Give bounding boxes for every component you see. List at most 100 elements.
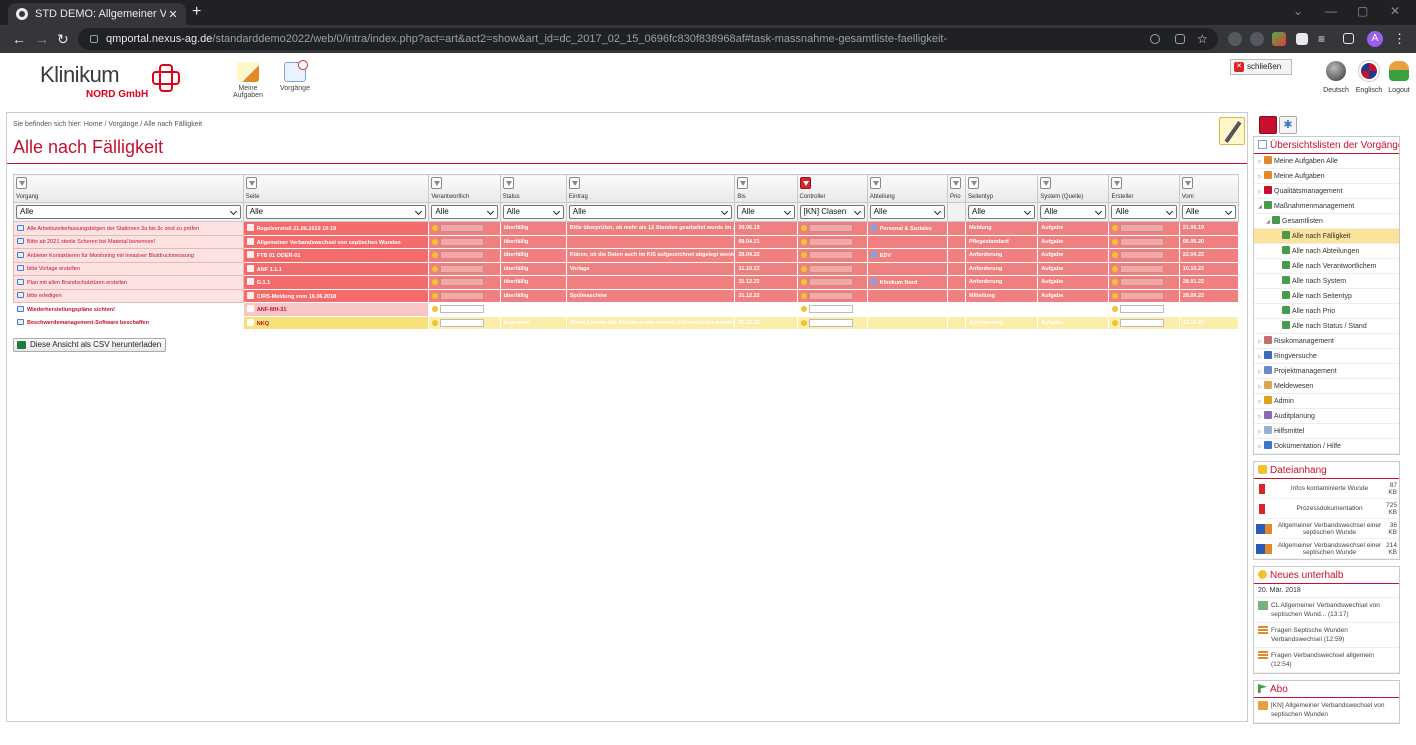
filter-select[interactable]: Alle <box>245 205 427 219</box>
filter-select[interactable]: Alle <box>16 205 241 219</box>
lang-englisch[interactable]: Englisch <box>1355 60 1383 94</box>
abo-item[interactable]: [KN] Allgemeiner Verbandswechsel von sep… <box>1254 698 1399 723</box>
nav-vorgaenge[interactable]: Vorgänge <box>278 60 312 92</box>
sidebar-tree-item[interactable]: ▷ Projektmanagement <box>1254 364 1399 379</box>
cell-vorgang[interactable]: bitte erledigen <box>13 288 244 303</box>
filter-select[interactable]: Alle <box>431 205 498 219</box>
filter-select[interactable]: Alle <box>1111 205 1177 219</box>
share-icon[interactable] <box>1175 34 1185 44</box>
filter-funnel-icon[interactable] <box>568 177 580 189</box>
sidebar-tree-item[interactable]: ▷ Admin <box>1254 394 1399 409</box>
reading-list-icon[interactable]: ≡ <box>1318 32 1325 46</box>
column-header[interactable]: Controller <box>796 174 868 203</box>
bookmark-star-icon[interactable]: ☆ <box>1197 32 1208 46</box>
cell-vorgang[interactable]: Bitte ab 2021 sterile Scheren bei Materi… <box>13 234 244 249</box>
filter-funnel-icon[interactable] <box>799 177 811 189</box>
close-button[interactable]: schließen <box>1230 59 1292 75</box>
table-row[interactable]: bitte Vorlage erstellen ANF 1.1.1 überfäll… <box>13 261 1240 276</box>
forward-icon[interactable]: → <box>35 31 49 47</box>
zoom-search-icon[interactable] <box>1150 34 1160 44</box>
sidebar-tree-item[interactable]: ▷ Dokumentation / Hilfe <box>1254 439 1399 454</box>
address-bar[interactable]: qmportal.nexus-ag.de/standarddemo2022/we… <box>78 28 1218 50</box>
sidebar-tree-item[interactable]: ◢ Gesamtlisten <box>1254 214 1399 229</box>
cell-seite[interactable]: CIRS-Meldung vom 16.06.2018 <box>242 288 430 303</box>
filter-select[interactable]: Alle <box>1181 205 1236 219</box>
sidebar-tab-settings[interactable]: ✱ <box>1279 116 1297 134</box>
nav-meine-aufgaben[interactable]: Meine Aufgaben <box>225 62 271 99</box>
column-header[interactable]: Vorgang <box>13 174 244 203</box>
column-header[interactable]: Prio <box>946 174 967 203</box>
side-panel-icon[interactable] <box>1343 33 1354 44</box>
filter-select[interactable]: Alle <box>968 205 1036 219</box>
filter-select[interactable]: Alle <box>502 205 564 219</box>
cell-vorgang[interactable]: Plan mit allen Brandschutztüren erstelle… <box>13 275 244 290</box>
sidebar-tree-item[interactable]: Alle nach Prio <box>1254 304 1399 319</box>
attachment-item[interactable]: Allgemeiner Verbandswechsel einer septis… <box>1254 519 1399 539</box>
sidebar-tree-item[interactable]: ▷ Meine Aufgaben <box>1254 169 1399 184</box>
cell-seite[interactable]: Allgemeiner Verbandswechsel von septisch… <box>242 234 430 249</box>
sidebar-tree-item[interactable]: Alle nach Fälligkeit <box>1254 229 1399 244</box>
csv-download-button[interactable]: Diese Ansicht als CSV herunterladen <box>13 338 167 352</box>
sidebar-tree-item[interactable]: ▷ Auditplanung <box>1254 409 1399 424</box>
news-item[interactable]: Fragen Verbandswechsel allgemein (12:54) <box>1254 648 1399 673</box>
table-row[interactable]: bitte erledigen CIRS-Meldung vom 16.06.20… <box>13 288 1240 303</box>
column-header[interactable]: System (Quelle) <box>1037 174 1110 203</box>
logout-link[interactable]: Logout <box>1386 61 1412 94</box>
extension-icon[interactable] <box>1250 32 1264 46</box>
filter-funnel-icon[interactable] <box>245 177 257 189</box>
filter-funnel-icon[interactable] <box>869 177 881 189</box>
cell-seite[interactable]: G.1.1 <box>242 275 430 290</box>
filter-select[interactable]: [KN] Clasen <box>799 205 865 219</box>
filter-funnel-icon[interactable] <box>737 177 749 189</box>
table-row[interactable]: Alle Arbeitszeiterfassungsbögen der Stat… <box>13 221 1240 236</box>
cell-vorgang[interactable]: Alle Arbeitszeiterfassungsbögen der Stat… <box>13 221 244 236</box>
cell-seite[interactable]: Regelverstoß 21.06.2019 10:19 <box>242 221 430 236</box>
extension-icon[interactable] <box>1228 32 1242 46</box>
klinikum-logo[interactable]: Klinikum NORD GmbH <box>40 62 180 100</box>
new-tab-button[interactable]: + <box>192 3 201 21</box>
cell-vorgang[interactable]: Anbieter Kontaktieren für Monitoring mit… <box>13 248 244 263</box>
filter-funnel-icon[interactable] <box>1181 177 1193 189</box>
filter-funnel-icon[interactable] <box>1040 177 1052 189</box>
cell-vorgang[interactable]: Beschwerdemanagement-Software beschaffen <box>13 315 244 330</box>
news-item[interactable]: Fragen Septische Wunden Verbandswechsel … <box>1254 623 1399 648</box>
sidebar-tree-item[interactable]: Alle nach Verantwortlichem <box>1254 259 1399 274</box>
maximize-icon[interactable]: ▢ <box>1357 4 1368 18</box>
column-header[interactable]: Seitentyp <box>965 174 1039 203</box>
filter-funnel-icon[interactable] <box>431 177 443 189</box>
cell-vorgang[interactable]: bitte Vorlage erstellen <box>13 261 244 276</box>
table-row[interactable]: Bitte ab 2021 sterile Scheren bei Materi… <box>13 234 1240 249</box>
sidebar-tree-item[interactable]: Alle nach Status / Stand <box>1254 319 1399 334</box>
profile-avatar[interactable]: A <box>1367 31 1383 47</box>
sidebar-tree-item[interactable]: ▷ Meldewesen <box>1254 379 1399 394</box>
sidebar-tree-item[interactable]: Alle nach System <box>1254 274 1399 289</box>
sidebar-tree-item[interactable]: ▷ Hilfsmittel <box>1254 424 1399 439</box>
extensions-puzzle-icon[interactable] <box>1296 33 1308 45</box>
filter-select[interactable]: Alle <box>1040 205 1107 219</box>
table-row[interactable]: Wiederherstellungspläne sichten! ANF-MH-3… <box>13 302 1240 317</box>
column-header[interactable]: Ersteller <box>1108 174 1180 203</box>
table-row[interactable]: Anbieter Kontaktieren für Monitoring mit… <box>13 248 1240 263</box>
attachment-item[interactable]: Prozessdokumentation 725 KB <box>1254 499 1399 519</box>
minimize-icon[interactable]: — <box>1325 4 1337 18</box>
tab-close-icon[interactable]: ✕ <box>166 8 180 21</box>
browser-tab[interactable]: STD DEMO: Allgemeiner Verband ✕ <box>8 3 186 25</box>
sidebar-tree-item[interactable]: ▷ Risikomanagement <box>1254 334 1399 349</box>
filter-funnel-icon[interactable] <box>16 177 27 189</box>
sidebar-tree-item[interactable]: ▷ Meine Aufgaben Alle <box>1254 154 1399 169</box>
tab-search-icon[interactable]: ⌄ <box>1293 4 1303 18</box>
filter-select[interactable]: Alle <box>737 205 795 219</box>
sidebar-tree-item[interactable]: ▷ Ringversuche <box>1254 349 1399 364</box>
lang-deutsch[interactable]: Deutsch <box>1322 61 1350 94</box>
column-header[interactable]: Vom <box>1178 174 1240 203</box>
filter-funnel-icon[interactable] <box>1111 177 1123 189</box>
cell-vorgang[interactable]: Wiederherstellungspläne sichten! <box>13 302 244 317</box>
filter-funnel-icon[interactable] <box>502 177 514 189</box>
edit-pencil-icon[interactable] <box>1219 117 1245 145</box>
filter-select[interactable]: Alle <box>568 205 733 219</box>
cell-seite[interactable]: NKQ <box>242 315 430 330</box>
attachment-item[interactable]: Infos kontaminierte Wunde 87 KB <box>1254 479 1399 499</box>
cell-seite[interactable]: FTB 01 ODER-01 <box>242 248 430 263</box>
table-row[interactable]: Plan mit allen Brandschutztüren erstelle… <box>13 275 1240 290</box>
column-header[interactable]: Seite <box>242 174 430 203</box>
